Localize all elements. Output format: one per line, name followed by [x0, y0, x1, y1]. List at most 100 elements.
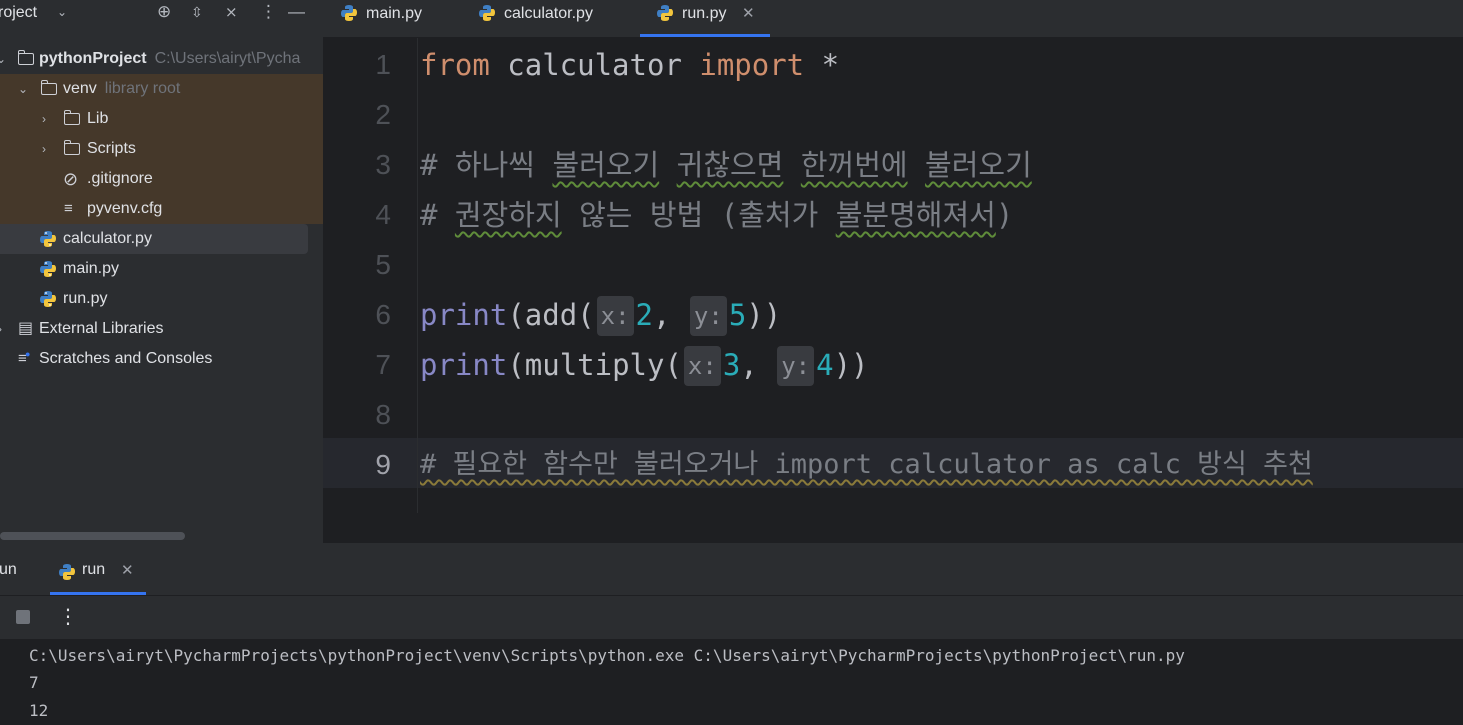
more-options-icon[interactable]: ⋮	[260, 2, 277, 22]
tree-item-pythonproject[interactable]: ⌄ pythonProject C:\Users\airyt\Pycha	[0, 44, 323, 74]
typo-squiggle: 불러오기	[552, 148, 660, 182]
tab-label: main.py	[366, 5, 423, 22]
tree-item-scratches[interactable]: ≡ ● Scratches and Consoles	[0, 344, 323, 374]
more-options-icon[interactable]: ⋮	[58, 604, 78, 629]
code-editor[interactable]: 1 2 3 4 5 6 7 8 9 from calculator import…	[323, 38, 1463, 543]
crosshair-icon[interactable]: ⊕	[157, 2, 171, 22]
run-tab-label: run	[82, 561, 106, 578]
folder-icon	[40, 74, 57, 106]
project-title[interactable]: roject	[0, 4, 37, 22]
run-title: un	[0, 561, 17, 578]
chevron-down-icon[interactable]: ⌄	[18, 74, 28, 104]
code-line-4[interactable]: # 권장하지 않는 방법 (출처가 불분명해져서)	[420, 188, 1013, 238]
run-toolbar: ⋮	[0, 596, 1463, 640]
line-number-gutter: 1 2 3 4 5 6 7 8 9	[323, 38, 418, 513]
parameter-hint: x:	[683, 346, 721, 386]
code-text: *	[804, 48, 840, 82]
code-line-9[interactable]: # 필요한 함수만 불러오거나 import calculator as cal…	[420, 438, 1313, 488]
line-number: 9	[375, 449, 391, 480]
keyword: import	[699, 48, 805, 82]
builtin-function: print	[420, 298, 508, 332]
python-file-icon	[657, 5, 673, 21]
comment: # 필요한 함수만 불러오거나 import calculator as cal…	[420, 449, 1313, 480]
number-literal: 3	[722, 348, 741, 382]
tab-calculator-py[interactable]: calculator.py	[478, 0, 628, 37]
tree-item-label: run.py	[63, 290, 108, 307]
code-line-6[interactable]: print(add(x: 2, y: 5))	[420, 288, 781, 338]
tree-item-calculator-py[interactable]: calculator.py	[0, 224, 308, 254]
number-literal: 4	[816, 348, 834, 382]
project-tool-window: roject ⌄ ⊕ ⇳ ⨯ ⋮ — ⌄ pythonProject C:\Use…	[0, 0, 323, 543]
tab-label: calculator.py	[504, 5, 593, 22]
line-number: 1	[375, 49, 391, 80]
typo-squiggle: 귀찮으면	[676, 148, 784, 182]
comment-word: 않는 방법 (출처가	[561, 198, 836, 232]
code-text: calculator	[489, 48, 700, 82]
comment: #	[420, 148, 455, 182]
stop-button[interactable]	[16, 610, 30, 624]
code-text: ,	[653, 298, 688, 332]
line-number: 7	[375, 349, 391, 380]
keyword: from	[420, 48, 490, 82]
project-header: roject ⌄ ⊕ ⇳ ⨯ ⋮ —	[0, 0, 323, 28]
scratch-icon: ≡ ●	[18, 349, 31, 367]
tab-label: run.py	[682, 5, 727, 22]
text-file-icon: ≡	[64, 200, 73, 217]
minimize-icon[interactable]: —	[288, 2, 305, 22]
console-output[interactable]: C:\Users\airyt\PycharmProjects\pythonPro…	[0, 640, 1463, 725]
line-number: 8	[375, 399, 391, 430]
line-number: 3	[375, 149, 391, 180]
comment-word: 하나씩	[454, 148, 535, 182]
tree-item-label: pyvenv.cfg	[87, 200, 163, 217]
tree-item-label: Lib	[87, 110, 109, 127]
number-literal: 2	[635, 298, 653, 332]
console-line: 7	[29, 673, 39, 692]
parameter-hint: y:	[689, 296, 727, 336]
tab-run-py[interactable]: run.py ✕	[640, 0, 770, 37]
tree-item-lib[interactable]: › Lib	[0, 104, 323, 134]
chevron-right-icon[interactable]: ›	[42, 104, 46, 134]
tree-item-run-py[interactable]: run.py	[0, 284, 323, 314]
python-file-icon	[341, 5, 357, 21]
typo-squiggle: 한꺼번에	[800, 148, 908, 182]
horizontal-scrollbar[interactable]	[0, 532, 185, 540]
tree-item-label: .gitignore	[87, 170, 153, 187]
tree-item-main-py[interactable]: main.py	[0, 254, 323, 284]
code-line-1[interactable]: from calculator import *	[420, 38, 839, 88]
comment: #	[420, 198, 455, 232]
tree-item-external-libraries[interactable]: › ▤ External Libraries	[0, 314, 323, 344]
code-text: (add(	[507, 298, 595, 332]
ignore-file-icon: ⊘	[63, 169, 79, 189]
tree-item-gitignore[interactable]: ⊘ .gitignore	[0, 164, 323, 194]
parameter-hint: x:	[596, 296, 634, 336]
expand-all-icon[interactable]: ⇳	[191, 4, 203, 21]
tree-item-venv[interactable]: ⌄ venv library root	[0, 74, 323, 104]
close-icon[interactable]: ✕	[742, 0, 755, 27]
tree-item-path-hint: C:\Users\airyt\Pycha	[154, 50, 301, 67]
tree-item-label: pythonProject	[39, 50, 147, 67]
console-line: 12	[29, 701, 49, 720]
chevron-right-icon[interactable]: ›	[42, 134, 46, 164]
code-text: ))	[746, 298, 782, 332]
code-line-7[interactable]: print(multiply(x: 3, y: 4))	[420, 338, 869, 388]
typo-squiggle: 불분명해져서	[835, 198, 996, 232]
editor-tab-bar: main.py calculator.py run.py ✕	[323, 0, 1463, 38]
collapse-all-icon[interactable]: ⨯	[225, 3, 238, 21]
chevron-right-icon[interactable]: ›	[0, 314, 2, 344]
python-file-icon	[479, 5, 495, 21]
tab-main-py[interactable]: main.py	[340, 0, 450, 37]
tree-item-label: calculator.py	[63, 230, 152, 247]
tree-item-label: main.py	[63, 260, 120, 277]
chevron-down-icon[interactable]: ⌄	[0, 44, 6, 74]
run-header: un run ✕	[0, 543, 1463, 596]
folder-icon	[63, 134, 80, 166]
comment-word: )	[995, 198, 1014, 232]
tree-item-pyvenv-cfg[interactable]: ≡ pyvenv.cfg	[0, 194, 323, 224]
tree-item-scripts[interactable]: › Scripts	[0, 134, 323, 164]
code-line-3[interactable]: # 하나씩 불러오기 귀찮으면 한꺼번에 불러오기	[420, 138, 1032, 188]
console-line: C:\Users\airyt\PycharmProjects\pythonPro…	[29, 646, 1185, 665]
chevron-down-icon[interactable]: ⌄	[57, 5, 67, 19]
library-root-hint: library root	[104, 80, 181, 97]
code-text: (multiply(	[507, 348, 682, 382]
close-icon[interactable]: ✕	[121, 561, 134, 579]
